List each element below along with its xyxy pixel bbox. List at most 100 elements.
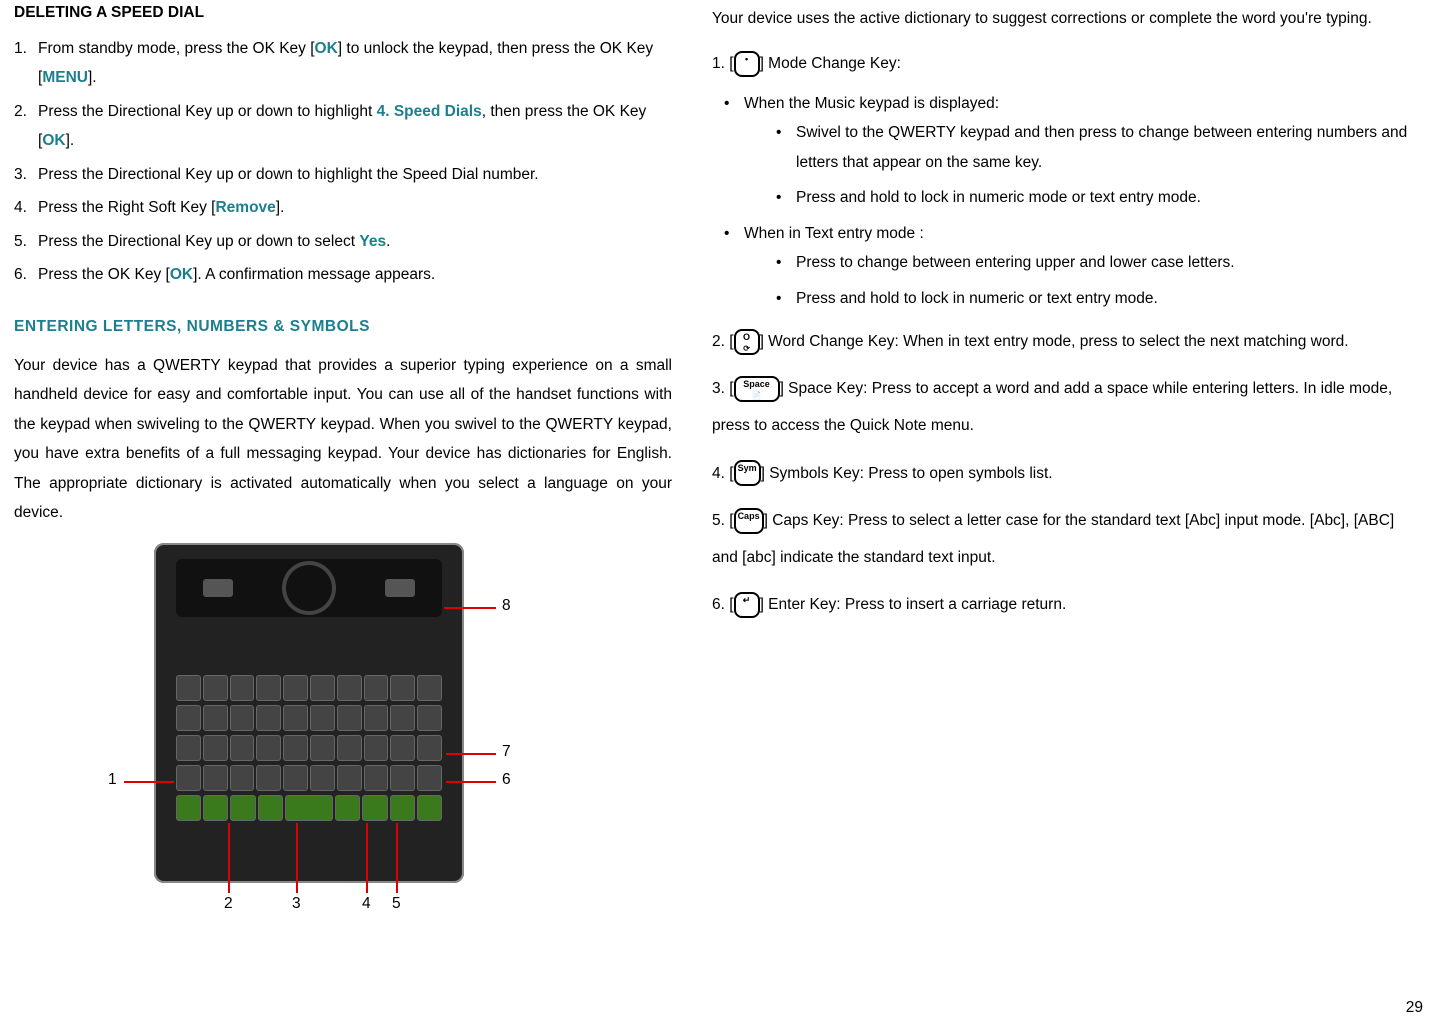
key-item-2: 2. [O⟳] Word Change Key: When in text en… <box>712 323 1423 360</box>
callout-7: 7 <box>502 743 511 761</box>
callout-line <box>124 781 174 783</box>
key-item-4: 4. [Sym] Symbols Key: Press to open symb… <box>712 455 1423 492</box>
text-fragment: From standby mode, press the OK Key [ <box>38 40 315 57</box>
icon-sub: 📄 <box>738 390 776 401</box>
text-fragment: . <box>386 233 390 250</box>
intro-paragraph: Your device uses the active dictionary t… <box>712 4 1423 33</box>
sub-bullet: When in Text entry mode : Press to chang… <box>712 219 1423 313</box>
icon-label: O <box>743 332 750 342</box>
device-top-controls <box>176 559 442 617</box>
sub-bullet: When the Music keypad is displayed: Swiv… <box>712 89 1423 213</box>
inner-text: Press and hold to lock in numeric mode o… <box>796 189 1201 206</box>
icon-label: • <box>745 54 748 64</box>
icon-label: Caps <box>738 511 760 521</box>
bracket-open: [ <box>729 512 733 529</box>
inner-list: Swivel to the QWERTY keypad and then pre… <box>744 118 1423 212</box>
yes-label: Yes <box>359 233 386 250</box>
symbols-key-icon: Sym <box>734 460 761 486</box>
item-label: ] Enter Key: Press to insert a carriage … <box>760 596 1067 613</box>
callout-8: 8 <box>502 597 511 615</box>
text-fragment: Press the OK Key [ <box>38 266 170 283</box>
callout-6: 6 <box>502 771 511 789</box>
step-text: Press the Directional Key up or down to … <box>38 227 672 256</box>
right-column: Your device uses the active dictionary t… <box>712 4 1423 1031</box>
item-label: ] Space Key: Press to accept a word and … <box>712 380 1392 434</box>
callout-line <box>296 823 298 893</box>
callout-3: 3 <box>292 895 301 913</box>
step-6: 6. Press the OK Key [OK]. A confirmation… <box>14 260 672 289</box>
callout-line <box>444 607 496 609</box>
key-item-6: 6. [↵] Enter Key: Press to insert a carr… <box>712 586 1423 623</box>
clr-key-icon <box>385 579 415 597</box>
item-number: 6. <box>712 596 725 613</box>
inner-bullet: Press to change between entering upper a… <box>744 248 1423 277</box>
text-fragment: ]. <box>276 199 285 216</box>
step-number: 2. <box>14 97 32 156</box>
caps-key-icon: Caps <box>734 508 764 534</box>
item-number: 5. <box>712 512 725 529</box>
step-number: 4. <box>14 193 32 222</box>
keyboard-row <box>176 765 442 791</box>
keyboard-row <box>176 675 442 701</box>
icon-label: Space <box>743 379 770 389</box>
callout-5: 5 <box>392 895 401 913</box>
text-fragment: ]. <box>88 69 97 86</box>
speed-dials-label: 4. Speed Dials <box>377 103 482 120</box>
left-softkey-icon <box>203 579 233 597</box>
step-text: Press the OK Key [OK]. A confirmation me… <box>38 260 672 289</box>
remove-label: Remove <box>215 199 275 216</box>
keyboard-row <box>176 735 442 761</box>
keyboard-row <box>176 795 442 821</box>
item-label: ] Word Change Key: When in text entry mo… <box>760 333 1349 350</box>
ok-button-icon <box>286 565 332 611</box>
heading-entering-letters: ENTERING LETTERS, NUMBERS & SYMBOLS <box>14 318 672 336</box>
sub-text: When in Text entry mode : <box>744 225 924 242</box>
icon-label: Sym <box>738 463 757 473</box>
word-change-key-icon: O⟳ <box>734 329 760 355</box>
step-number: 5. <box>14 227 32 256</box>
inner-bullet: Press and hold to lock in numeric or tex… <box>744 284 1423 313</box>
document-page: DELETING A SPEED DIAL 1. From standby mo… <box>0 0 1453 1035</box>
text-fragment: ]. <box>66 132 75 149</box>
inner-bullet: Press and hold to lock in numeric mode o… <box>744 183 1423 212</box>
item-label: ] Caps Key: Press to select a letter cas… <box>712 512 1394 566</box>
step-text: From standby mode, press the OK Key [OK]… <box>38 34 672 93</box>
text-fragment: Press the Right Soft Key [ <box>38 199 215 216</box>
key-item-1: 1. [•] Mode Change Key: <box>712 49 1423 78</box>
bracket-open: [ <box>729 55 733 72</box>
left-column: DELETING A SPEED DIAL 1. From standby mo… <box>14 4 672 1031</box>
ok-label: OK <box>42 132 65 149</box>
bracket-open: [ <box>729 380 733 397</box>
callout-1: 1 <box>108 771 117 789</box>
item-label: ] Mode Change Key: <box>760 55 901 72</box>
sub-text: When the Music keypad is displayed: <box>744 95 999 112</box>
enter-key-icon: ↵ <box>734 592 760 618</box>
step-4: 4. Press the Right Soft Key [Remove]. <box>14 193 672 222</box>
text-fragment: Press the Directional Key up or down to … <box>38 103 377 120</box>
item-label: ] Symbols Key: Press to open symbols lis… <box>761 465 1053 482</box>
step-3: 3. Press the Directional Key up or down … <box>14 160 672 189</box>
text-fragment: Press the Directional Key up or down to … <box>38 233 359 250</box>
menu-label: MENU <box>42 69 88 86</box>
page-number: 29 <box>1406 999 1423 1017</box>
ok-label: OK <box>170 266 193 283</box>
callout-line <box>366 823 368 893</box>
callout-line <box>396 823 398 893</box>
device-illustration <box>154 543 464 883</box>
inner-text: Press to change between entering upper a… <box>796 254 1235 271</box>
text-fragment: ]. A confirmation message appears. <box>193 266 435 283</box>
deleting-steps-list: 1. From standby mode, press the OK Key [… <box>14 34 672 290</box>
item-number: 3. <box>712 380 725 397</box>
callout-2: 2 <box>224 895 233 913</box>
inner-text: Swivel to the QWERTY keypad and then pre… <box>796 124 1407 170</box>
step-text: Press the Directional Key up or down to … <box>38 97 672 156</box>
step-text: Press the Directional Key up or down to … <box>38 160 672 189</box>
item-1-sublist: When the Music keypad is displayed: Swiv… <box>712 89 1423 313</box>
inner-text: Press and hold to lock in numeric or tex… <box>796 290 1158 307</box>
key-item-5: 5. [ Caps] Caps Key: Press to select a le… <box>712 502 1423 576</box>
bracket-open: [ <box>729 465 733 482</box>
heading-deleting-speed-dial: DELETING A SPEED DIAL <box>14 4 672 22</box>
keyboard-row <box>176 705 442 731</box>
bracket-open: [ <box>729 596 733 613</box>
space-key-icon: Space📄 <box>734 376 780 402</box>
